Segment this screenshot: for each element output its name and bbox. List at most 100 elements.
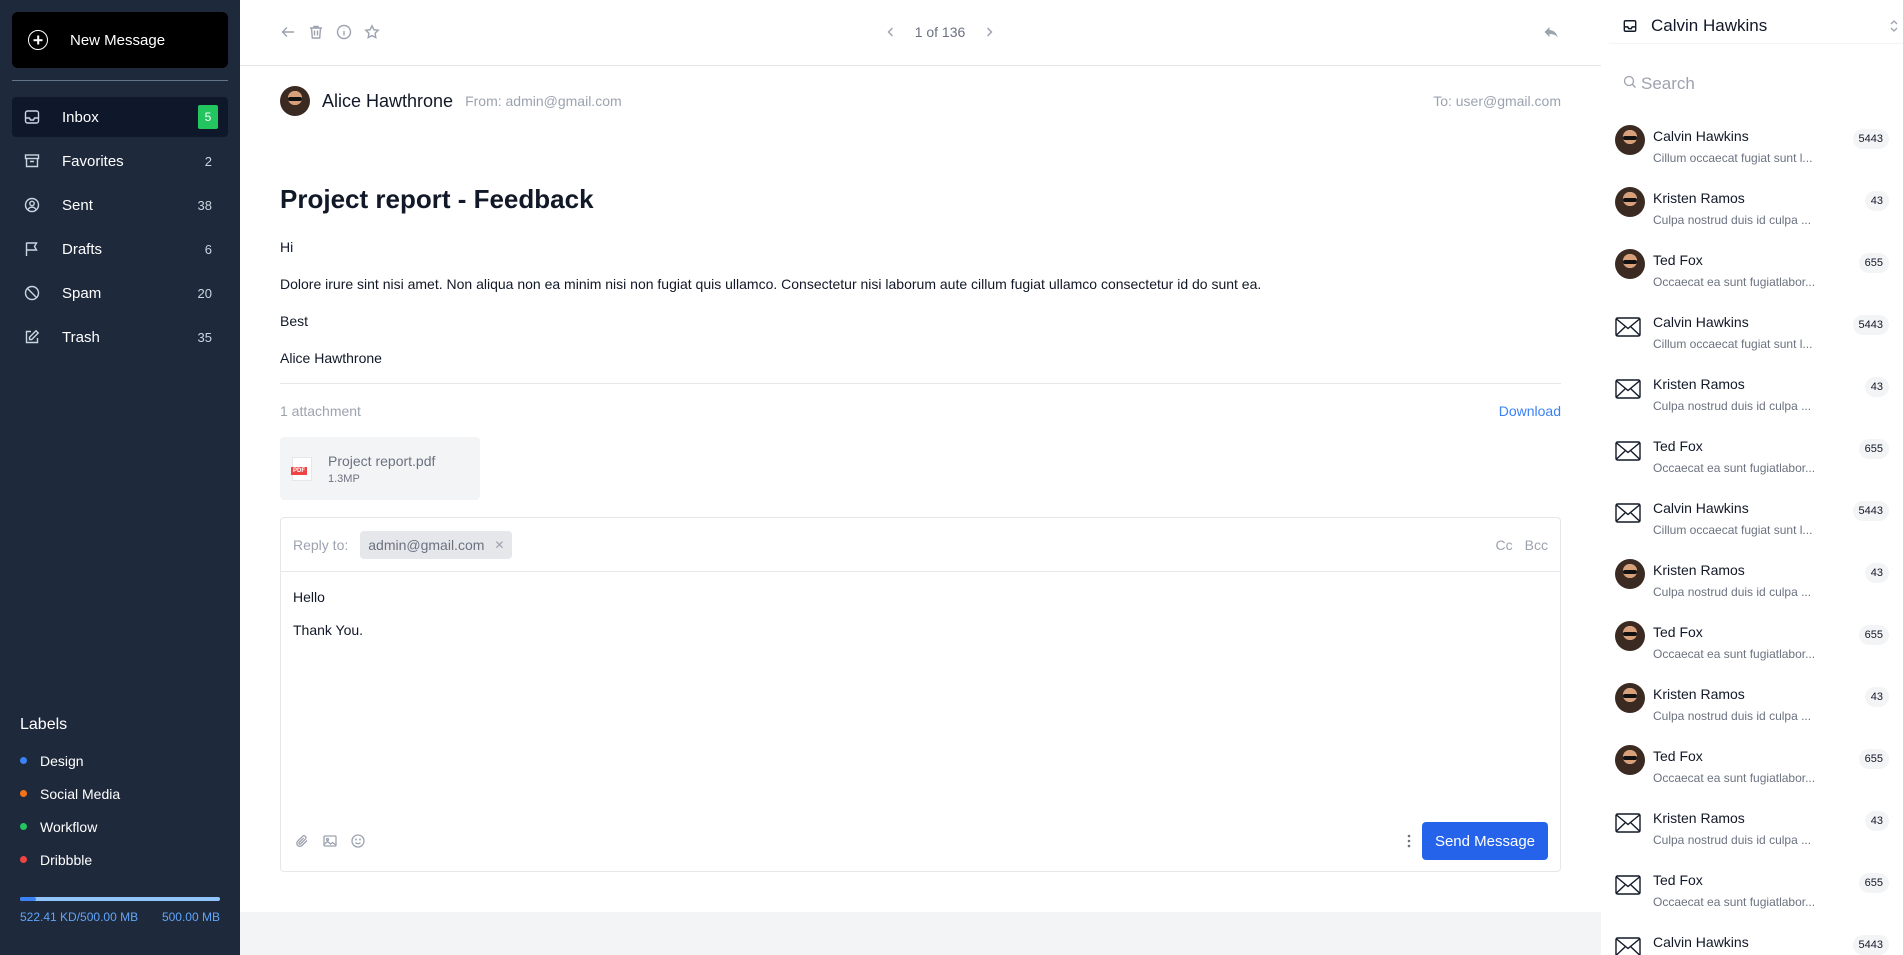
new-message-button[interactable]: New Message: [12, 12, 228, 68]
user-circle-icon: [22, 195, 42, 215]
plus-circle-icon: [28, 30, 48, 50]
nav-count: 20: [197, 285, 212, 301]
message-list-item[interactable]: Calvin Hawkins Cillum occaecat fugiat su…: [1601, 307, 1903, 369]
reply-tools: [293, 832, 367, 850]
reply-icon[interactable]: [1541, 22, 1561, 42]
emoji-icon[interactable]: [349, 832, 367, 850]
storage-total: 500.00 MB: [161, 910, 220, 924]
message-list-item[interactable]: Kristen Ramos Culpa nostrud duis id culp…: [1601, 803, 1903, 865]
sender-avatar: [1615, 621, 1645, 651]
message-preview: Occaecat ea sunt fugiatlabor...: [1653, 275, 1816, 289]
paperclip-icon[interactable]: [293, 832, 311, 850]
envelope-icon: [1615, 317, 1645, 347]
remove-recipient-icon[interactable]: ✕: [494, 538, 504, 552]
chevron-right-icon[interactable]: [983, 26, 995, 38]
storage-info: 522.41 KD/500.00 MB 500.00 MB: [20, 910, 220, 924]
label-design[interactable]: Design: [20, 744, 120, 777]
message-sender: Calvin Hawkins: [1653, 314, 1749, 330]
pdf-file-icon: PDF: [291, 456, 312, 481]
message-list-item[interactable]: Ted Fox Occaecat ea sunt fugiatlabor... …: [1601, 617, 1903, 679]
nav-item-trash[interactable]: Trash 35: [12, 317, 228, 357]
message-preview: Cillum occaecat fugiat sunt l...: [1653, 151, 1813, 165]
nav-label: Favorites: [62, 152, 124, 170]
nav-label: Drafts: [62, 240, 103, 258]
account-switcher[interactable]: Calvin Hawkins: [1609, 8, 1903, 44]
label-text: Workflow: [40, 818, 98, 835]
nav-count: 6: [204, 241, 212, 257]
attachments-divider: [280, 383, 1561, 384]
message-sender: Ted Fox: [1653, 748, 1703, 764]
sender-avatar: [1615, 187, 1645, 217]
archive-icon: [22, 151, 42, 171]
inbox-icon: [22, 107, 42, 127]
message-preview: Occaecat ea sunt fugiatlabor...: [1653, 461, 1816, 475]
message-list-item[interactable]: Calvin Hawkins Cillum occaecat fugiat su…: [1601, 121, 1903, 183]
trash-icon[interactable]: [306, 22, 326, 42]
message-list-panel: Calvin Hawkins Calvin Hawkins Cillum occ…: [1601, 0, 1903, 955]
nav-count: 38: [197, 197, 212, 213]
message-count-badge: 655: [1858, 439, 1889, 459]
email-toolbar: 1 of 136: [240, 0, 1601, 66]
image-icon[interactable]: [321, 832, 339, 850]
storage-used: 522.41 KD/500.00 MB: [20, 910, 139, 924]
more-options-icon[interactable]: [1404, 832, 1414, 850]
chevron-left-icon[interactable]: [885, 26, 897, 38]
labels-heading: Labels: [20, 716, 68, 733]
reply-line-1[interactable]: Hello: [293, 589, 325, 605]
back-arrow-icon[interactable]: [278, 22, 298, 42]
message-preview: Culpa nostrud duis id culpa ...: [1653, 585, 1812, 599]
message-list-item[interactable]: Kristen Ramos Culpa nostrud duis id culp…: [1601, 183, 1903, 245]
cc-button[interactable]: Cc: [1496, 537, 1513, 553]
message-count-badge: 655: [1858, 253, 1889, 273]
message-list-item[interactable]: Calvin Hawkins Cillum occaecat fugiat su…: [1601, 493, 1903, 555]
info-icon[interactable]: [334, 22, 354, 42]
page-indicator: 1 of 136: [914, 24, 966, 40]
sidebar: New Message Inbox 5 Favorites 2 Sent 38: [0, 0, 240, 955]
download-link[interactable]: Download: [1499, 403, 1561, 419]
message-list-item[interactable]: Calvin Hawkins Cillum occaecat fugiat su…: [1601, 927, 1903, 955]
attachment-card[interactable]: PDF Project report.pdf 1.3MP: [280, 437, 480, 500]
sender-from: From: admin@gmail.com: [465, 93, 622, 109]
cc-bcc-controls: Cc Bcc: [1496, 537, 1548, 553]
send-message-button[interactable]: Send Message: [1422, 822, 1548, 860]
message-list-item[interactable]: Ted Fox Occaecat ea sunt fugiatlabor... …: [1601, 431, 1903, 493]
message-list-item[interactable]: Ted Fox Occaecat ea sunt fugiatlabor... …: [1601, 865, 1903, 927]
nav-count: 2: [204, 153, 212, 169]
edit-icon: [22, 327, 42, 347]
recipient-chip[interactable]: admin@gmail.com ✕: [360, 530, 513, 559]
nav-item-spam[interactable]: Spam 20: [12, 273, 228, 313]
label-social-media[interactable]: Social Media: [20, 777, 120, 810]
envelope-icon: [1615, 379, 1645, 409]
message-list-item[interactable]: Kristen Ramos Culpa nostrud duis id culp…: [1601, 555, 1903, 617]
envelope-icon: [1615, 503, 1645, 533]
nav-label: Trash: [62, 328, 100, 346]
message-sender: Calvin Hawkins: [1653, 934, 1749, 950]
email-view: 1 of 136 Alice Hawthrone From: admin@gma…: [240, 0, 1601, 912]
message-list-item[interactable]: Ted Fox Occaecat ea sunt fugiatlabor... …: [1601, 245, 1903, 307]
search-bar: [1623, 72, 1893, 96]
envelope-icon: [1615, 937, 1645, 955]
reply-line-2[interactable]: Thank You.: [293, 622, 363, 638]
message-list-item[interactable]: Kristen Ramos Culpa nostrud duis id culp…: [1601, 369, 1903, 431]
flag-icon: [22, 239, 42, 259]
message-preview: Culpa nostrud duis id culpa ...: [1653, 833, 1812, 847]
message-preview: Occaecat ea sunt fugiatlabor...: [1653, 895, 1816, 909]
label-dot: [20, 856, 27, 863]
nav-item-drafts[interactable]: Drafts 6: [12, 229, 228, 269]
message-sender: Calvin Hawkins: [1653, 500, 1749, 516]
label-text: Design: [40, 752, 84, 769]
message-count-badge: 5443: [1852, 315, 1889, 335]
label-dribbble[interactable]: Dribbble: [20, 843, 120, 876]
label-workflow[interactable]: Workflow: [20, 810, 120, 843]
bcc-button[interactable]: Bcc: [1525, 537, 1548, 553]
message-list-item[interactable]: Kristen Ramos Culpa nostrud duis id culp…: [1601, 679, 1903, 741]
message-list-item[interactable]: Ted Fox Occaecat ea sunt fugiatlabor... …: [1601, 741, 1903, 803]
message-sender: Calvin Hawkins: [1653, 128, 1749, 144]
nav-item-sent[interactable]: Sent 38: [12, 185, 228, 225]
nav-item-favorites[interactable]: Favorites 2: [12, 141, 228, 181]
search-input[interactable]: [1641, 74, 1881, 94]
star-icon[interactable]: [362, 22, 382, 42]
nav-item-inbox[interactable]: Inbox 5: [12, 97, 228, 137]
label-dot: [20, 757, 27, 764]
label-dot: [20, 790, 27, 797]
